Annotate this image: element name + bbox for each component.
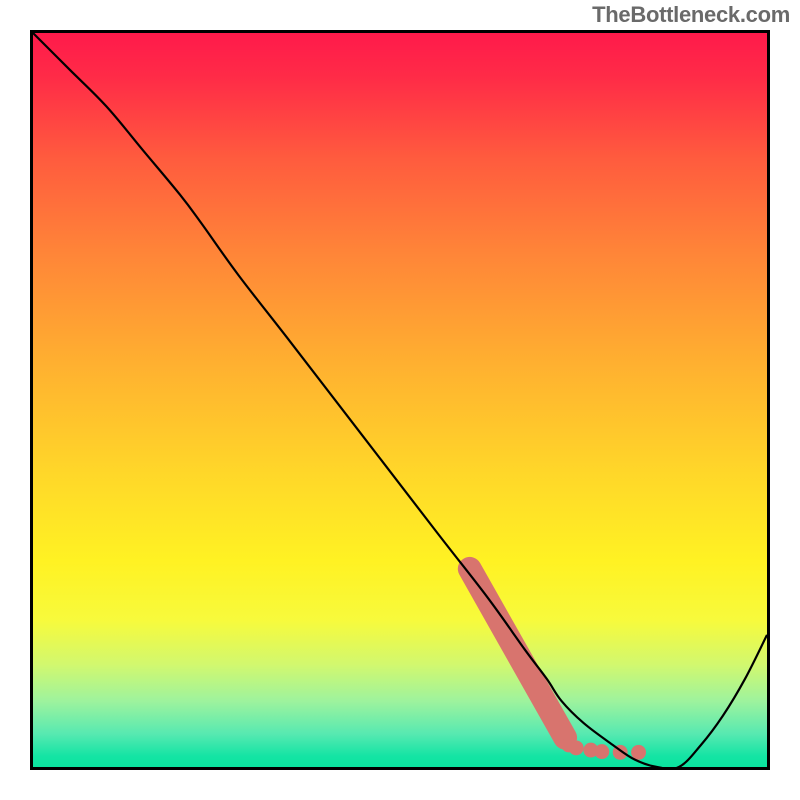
chart-container: TheBottleneck.com — [0, 0, 800, 800]
chart-background — [33, 33, 767, 767]
watermark-text: TheBottleneck.com — [592, 2, 790, 28]
chart-svg — [33, 33, 767, 767]
plot-area — [30, 30, 770, 770]
highlight-dot — [594, 744, 609, 759]
highlight-dot — [631, 745, 646, 760]
highlight-dot — [569, 740, 584, 755]
